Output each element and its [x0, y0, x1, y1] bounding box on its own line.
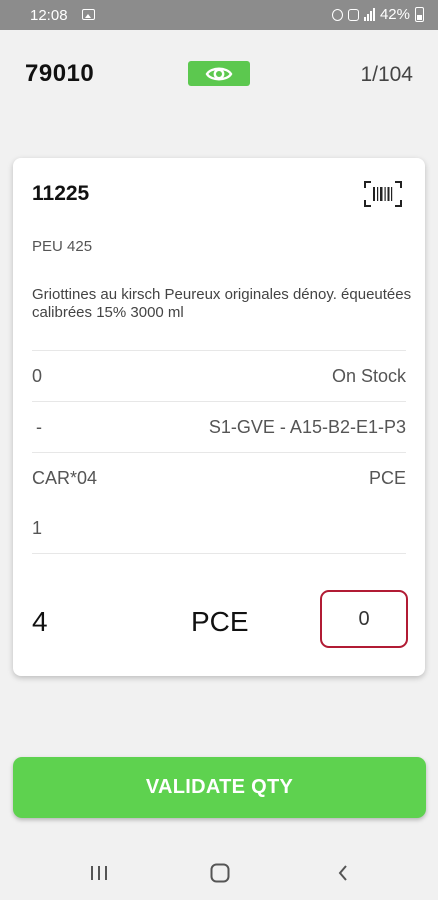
expected-qty: 4 [32, 606, 48, 637]
eye-icon [205, 67, 233, 80]
pack-count: 1 [32, 517, 43, 538]
recent-apps-icon [91, 866, 107, 880]
status-bar: 12:08 42% [0, 0, 438, 30]
recent-apps-button[interactable] [84, 860, 114, 886]
validate-qty-button[interactable]: VALIDATE QTY [13, 757, 426, 818]
product-reference: PEU 425 [32, 238, 93, 255]
packaging-type: CAR*04 [32, 467, 98, 488]
alarm-icon [331, 8, 343, 21]
status-time: 12:08 [30, 7, 68, 24]
barcode-scan-icon [364, 181, 402, 207]
quantity-row: 4 PCE [32, 590, 408, 650]
product-description: Griottines au kirsch Peureux originales … [32, 286, 412, 321]
back-icon [338, 865, 347, 881]
product-code: 11225 [32, 182, 90, 205]
pack-count-row: 1 [32, 503, 406, 554]
stock-qty: 0 [32, 365, 43, 386]
location-prefix: - [36, 416, 42, 437]
image-icon [82, 9, 95, 20]
stock-label: On Stock [331, 365, 406, 386]
battery-percent: 42% [379, 6, 410, 23]
signal-icon [363, 8, 375, 21]
order-number: 79010 [25, 60, 95, 87]
barcode-scan-button[interactable] [363, 180, 403, 208]
lock-icon [347, 8, 359, 21]
location-code: S1-GVE - A15-B2-E1-P3 [208, 416, 406, 437]
stock-row: 0 On Stock [32, 350, 406, 401]
status-icons: 42% [331, 6, 424, 23]
product-card: 11225 PEU 425 Griottines au kirsch Peure… [13, 158, 425, 676]
back-button[interactable] [328, 860, 358, 886]
page-counter: 1/104 [360, 63, 413, 86]
location-row: - S1-GVE - A15-B2-E1-P3 [32, 401, 406, 452]
navigation-bar [0, 846, 438, 900]
home-button[interactable] [205, 860, 235, 886]
home-icon [210, 863, 230, 883]
counted-qty-input[interactable] [320, 590, 408, 648]
packaging-unit: PCE [368, 467, 406, 488]
view-button[interactable] [188, 61, 250, 86]
qty-unit: PCE [191, 606, 249, 637]
packaging-row: CAR*04 PCE [32, 452, 406, 503]
battery-icon [415, 7, 424, 22]
